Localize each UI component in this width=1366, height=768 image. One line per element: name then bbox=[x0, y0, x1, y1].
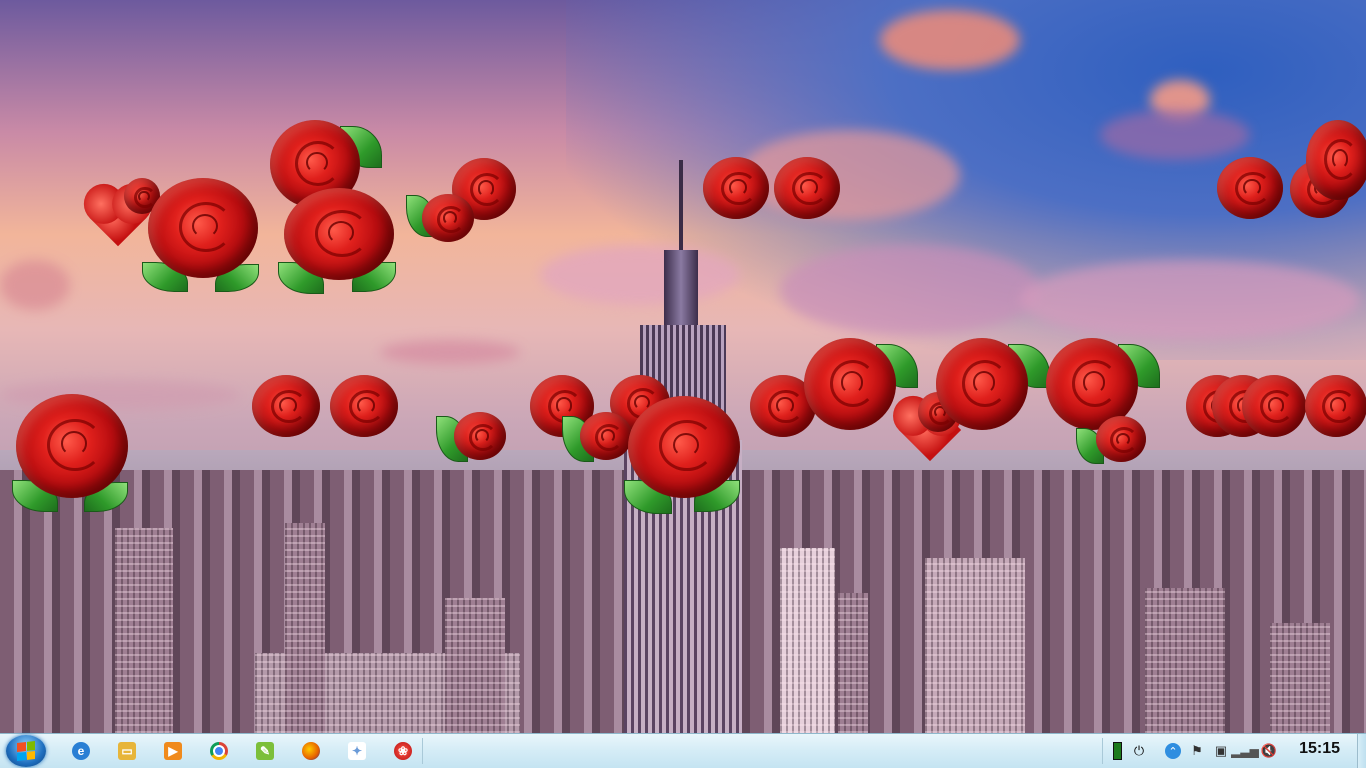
rose bbox=[16, 394, 128, 498]
building bbox=[115, 528, 173, 733]
battery-icon[interactable] bbox=[1108, 742, 1126, 760]
file-explorer-button[interactable]: ▭ bbox=[106, 737, 148, 765]
building bbox=[838, 593, 868, 733]
windows-logo-icon bbox=[17, 741, 35, 761]
cloud bbox=[1020, 260, 1360, 340]
empire-state-spire bbox=[679, 160, 683, 260]
cloud bbox=[740, 130, 960, 220]
power-plug-icon[interactable]: ⏻ bbox=[1130, 742, 1148, 760]
chrome-icon bbox=[210, 742, 228, 760]
notepad-plus-icon: ✎ bbox=[256, 742, 274, 760]
media-player-button[interactable]: ▶ bbox=[152, 737, 194, 765]
rose bbox=[580, 412, 632, 460]
show-hidden-icons-icon[interactable]: ⌃ bbox=[1164, 742, 1182, 760]
start-button[interactable] bbox=[6, 735, 46, 767]
taskbar-separator bbox=[422, 738, 423, 764]
media-player-icon: ▶ bbox=[164, 742, 182, 760]
building bbox=[445, 598, 505, 733]
notepad-plus-button[interactable]: ✎ bbox=[244, 737, 286, 765]
building bbox=[285, 523, 325, 733]
cloud bbox=[1100, 110, 1250, 160]
rose bbox=[1242, 375, 1306, 437]
building bbox=[1145, 588, 1225, 733]
chrome-button[interactable] bbox=[198, 737, 240, 765]
rose bbox=[422, 194, 474, 242]
cloud bbox=[380, 340, 520, 364]
taskbar: e ▭ ▶ ✎ ✦ ❀ ⏻ ⌃ ⚑ ▣ ▂▃▅ 🔇 15:15 bbox=[0, 733, 1366, 768]
rose bbox=[148, 178, 258, 278]
rose bbox=[252, 375, 320, 437]
show-desktop-button[interactable] bbox=[1357, 734, 1366, 768]
network-signal-icon[interactable]: ▂▃▅ bbox=[1231, 742, 1259, 760]
rose bbox=[1096, 416, 1146, 462]
paint-button[interactable]: ✦ bbox=[336, 737, 378, 765]
cloud bbox=[880, 10, 1020, 70]
cloud bbox=[540, 245, 740, 305]
building bbox=[925, 558, 1025, 733]
tray-separator bbox=[1102, 738, 1103, 764]
cloud bbox=[780, 245, 1040, 335]
desktop-wallpaper bbox=[0, 0, 1366, 733]
rose bbox=[1305, 375, 1366, 437]
action-center-icon[interactable]: ⚑ bbox=[1188, 742, 1206, 760]
cloud bbox=[0, 260, 70, 310]
rose bbox=[804, 338, 896, 430]
building bbox=[780, 548, 835, 733]
rose bbox=[703, 157, 769, 219]
rose bbox=[1217, 157, 1283, 219]
internet-explorer-icon: e bbox=[72, 742, 90, 760]
rose bbox=[628, 396, 740, 498]
rose bbox=[454, 412, 506, 460]
paint-icon: ✦ bbox=[348, 742, 366, 760]
rose-screensaver-button[interactable]: ❀ bbox=[382, 737, 424, 765]
empire-state-top bbox=[664, 250, 698, 330]
firefox-button[interactable] bbox=[290, 737, 332, 765]
rose bbox=[284, 188, 394, 280]
volume-muted-icon[interactable]: 🔇 bbox=[1260, 742, 1278, 760]
firefox-icon bbox=[302, 742, 320, 760]
rose bbox=[330, 375, 398, 437]
rose bbox=[936, 338, 1028, 430]
rose-screensaver-icon: ❀ bbox=[394, 742, 412, 760]
taskbar-clock[interactable]: 15:15 bbox=[1299, 740, 1340, 758]
building bbox=[1270, 623, 1330, 733]
security-icon[interactable]: ▣ bbox=[1212, 742, 1230, 760]
internet-explorer-button[interactable]: e bbox=[60, 737, 102, 765]
file-explorer-icon: ▭ bbox=[118, 742, 136, 760]
rose bbox=[774, 157, 840, 219]
rose bbox=[1306, 120, 1366, 200]
